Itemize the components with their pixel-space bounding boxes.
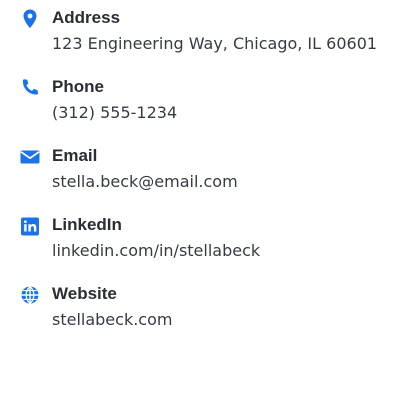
contact-item-email: Email stella.beck@email.com: [18, 144, 398, 195]
contact-list: Address 123 Engineering Way, Chicago, IL…: [18, 6, 398, 333]
phone-icon: [18, 77, 42, 99]
contact-item-phone: Phone (312) 555-1234: [18, 75, 398, 126]
contact-item-linkedin: LinkedIn linkedin.com/in/stellabeck: [18, 213, 398, 264]
location-pin-icon: [18, 8, 42, 30]
address-value: 123 Engineering Way, Chicago, IL 60601: [52, 34, 378, 53]
website-label: Website: [52, 284, 117, 303]
contact-item-address: Address 123 Engineering Way, Chicago, IL…: [18, 6, 398, 57]
email-icon: [18, 146, 42, 168]
email-value: stella.beck@email.com: [52, 172, 238, 191]
address-label: Address: [52, 8, 121, 27]
phone-label: Phone: [52, 77, 104, 96]
phone-value: (312) 555-1234: [52, 103, 178, 122]
globe-icon: [18, 284, 42, 306]
contact-item-website: Website stellabeck.com: [18, 282, 398, 333]
linkedin-icon: [18, 215, 42, 237]
website-value: stellabeck.com: [52, 310, 173, 329]
email-label: Email: [52, 146, 98, 165]
linkedin-value: linkedin.com/in/stellabeck: [52, 241, 261, 260]
linkedin-label: LinkedIn: [52, 215, 122, 234]
